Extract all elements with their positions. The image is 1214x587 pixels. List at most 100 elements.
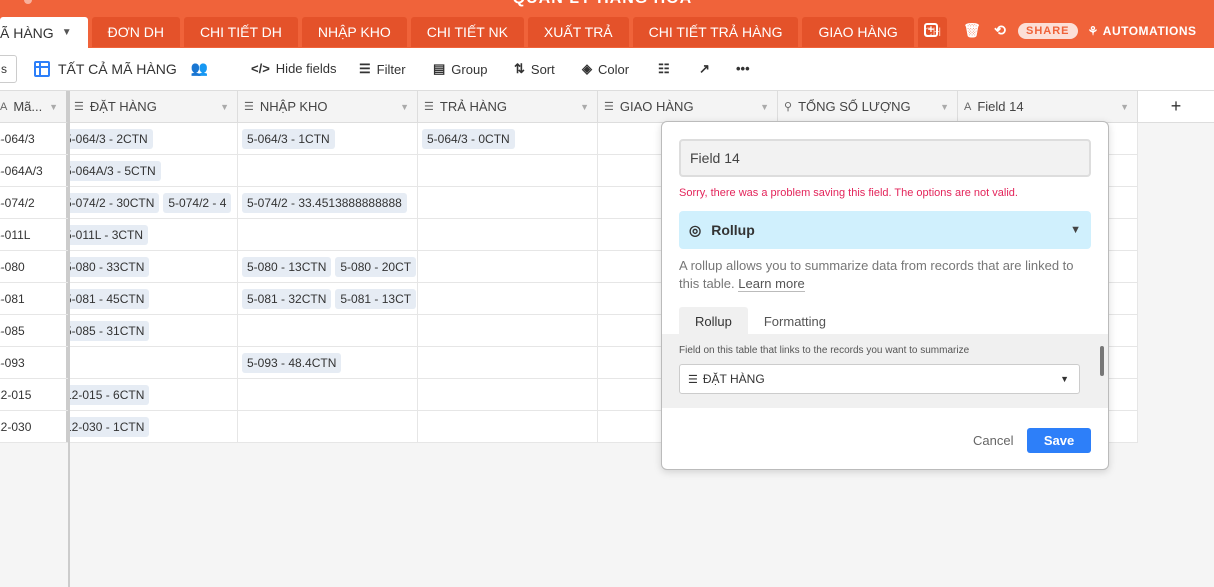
primary-cell[interactable]: 5-093 — [0, 347, 68, 378]
tab-4[interactable]: CHI TIẾT NK — [410, 17, 524, 47]
primary-cell[interactable]: 5-074/2 — [0, 187, 68, 218]
learn-more-link[interactable]: Learn more — [738, 276, 805, 292]
hide-fields-button[interactable]: </> Hide fields — [251, 61, 337, 76]
primary-cell[interactable]: 5-080 — [0, 251, 68, 282]
share-button[interactable]: SHARE — [1018, 22, 1078, 39]
primary-cell[interactable]: 5-081 — [0, 283, 68, 314]
chevron-down-icon[interactable]: ▼ — [400, 102, 409, 112]
tab-5[interactable]: XUẤT TRẢ — [527, 17, 629, 47]
linked-record-chip[interactable]: 5-074/2 - 33.4513888888888 — [242, 192, 407, 213]
view-switcher[interactable]: TẤT CẢ MÃ HÀNG 👥 — [34, 60, 208, 77]
tab-6[interactable]: CHI TIẾT TRẢ HÀNG — [632, 17, 799, 47]
table-cell[interactable]: 5-064/3 - 2CTN — [68, 123, 238, 154]
share-view-button[interactable]: ↗ — [699, 61, 716, 77]
chevron-down-icon[interactable]: ▼ — [580, 102, 589, 112]
table-cell[interactable] — [418, 251, 598, 282]
table-cell[interactable] — [418, 315, 598, 346]
table-cell[interactable] — [238, 379, 418, 410]
table-cell[interactable]: 5-011L - 3CTN — [68, 219, 238, 250]
collaborators-icon[interactable]: 👥 — [191, 60, 208, 77]
add-field-button[interactable]: + — [1138, 91, 1214, 123]
table-cell[interactable]: 5-064A/3 - 5CTN — [68, 155, 238, 186]
table-cell[interactable]: 5-093 - 48.4CTN — [238, 347, 418, 378]
linked-record-chip[interactable]: 5-080 - 33CTN — [68, 256, 150, 277]
linked-record-chip[interactable]: 5-074/2 - 4 — [163, 192, 232, 213]
more-options-button[interactable]: ••• — [736, 61, 756, 76]
table-cell[interactable]: 5-080 - 33CTN — [68, 251, 238, 282]
column-header[interactable]: ☰ ĐẶT HÀNG ▼ — [68, 91, 238, 123]
scrollbar[interactable] — [1100, 346, 1104, 376]
linked-record-chip[interactable]: 5-080 - 13CTN — [242, 256, 332, 277]
linked-record-chip[interactable]: 5-093 - 48.4CTN — [242, 352, 342, 373]
caret-down-icon[interactable]: ▼ — [62, 27, 72, 38]
save-button[interactable]: Save — [1027, 428, 1091, 453]
linked-record-chip[interactable]: 5-064/3 - 0CTN — [422, 128, 515, 149]
field-name-input[interactable]: Field 14 — [679, 139, 1091, 177]
table-cell[interactable]: 5-074/2 - 33.4513888888888 — [238, 187, 418, 218]
table-cell[interactable] — [418, 155, 598, 186]
table-cell[interactable] — [418, 347, 598, 378]
history-icon[interactable]: ⟲ — [990, 22, 1010, 39]
sort-button[interactable]: ⇅ Sort — [514, 61, 555, 77]
primary-cell[interactable]: 5-064/3 — [0, 123, 68, 154]
tab-formatting[interactable]: Formatting — [748, 307, 842, 336]
group-button[interactable]: ▤ Group — [433, 61, 487, 77]
table-cell[interactable]: 12-015 - 6CTN — [68, 379, 238, 410]
table-cell[interactable] — [418, 283, 598, 314]
linked-record-chip[interactable]: 5-064/3 - 2CTN — [68, 128, 153, 149]
table-cell[interactable] — [238, 315, 418, 346]
table-cell[interactable] — [68, 347, 238, 378]
linked-record-chip[interactable]: 5-074/2 - 30CTN — [68, 192, 160, 213]
table-cell[interactable]: 5-081 - 45CTN — [68, 283, 238, 314]
add-table-icon[interactable]: + — [924, 23, 938, 37]
primary-cell[interactable]: 12-030 — [0, 411, 68, 442]
linked-record-chip[interactable]: 5-064/3 - 1CTN — [242, 128, 335, 149]
table-cell[interactable]: 5-085 - 31CTN — [68, 315, 238, 346]
linked-record-chip[interactable]: 12-030 - 1CTN — [68, 416, 150, 437]
cancel-button[interactable]: Cancel — [973, 433, 1013, 448]
row-height-button[interactable]: ☷ — [658, 61, 676, 77]
filter-button[interactable]: ☰ Filter — [359, 61, 406, 77]
table-cell[interactable]: 5-080 - 13CTN 5-080 - 20CT — [238, 251, 418, 282]
primary-cell[interactable]: 5-011L — [0, 219, 68, 250]
tab-1[interactable]: ĐƠN DH — [91, 17, 180, 47]
tab-rollup[interactable]: Rollup — [679, 307, 748, 336]
column-header[interactable]: A Mã... ▼ — [0, 91, 68, 123]
linked-record-chip[interactable]: 5-085 - 31CTN — [68, 320, 150, 341]
tab-7[interactable]: GIAO HÀNG — [802, 17, 914, 47]
table-cell[interactable] — [238, 219, 418, 250]
table-cell[interactable] — [418, 411, 598, 442]
tab-0[interactable]: Ã HÀNG ▼ — [0, 17, 88, 48]
linked-record-chip[interactable]: 5-081 - 13CT — [335, 288, 417, 309]
primary-cell[interactable]: 5-085 — [0, 315, 68, 346]
chevron-down-icon[interactable]: ▼ — [940, 102, 949, 112]
column-header[interactable]: ☰ GIAO HÀNG ▼ — [598, 91, 778, 123]
table-cell[interactable] — [418, 379, 598, 410]
chevron-down-icon[interactable]: ▼ — [220, 102, 229, 112]
base-title[interactable]: * QUẢN LÝ HÀNG HÓA — [500, 0, 692, 8]
column-header[interactable]: ⚲ TỔNG SỐ LƯỢNG ▼ — [778, 91, 958, 123]
linked-record-chip[interactable]: 5-081 - 32CTN — [242, 288, 332, 309]
table-cell[interactable]: 5-074/2 - 30CTN 5-074/2 - 4 — [68, 187, 238, 218]
chevron-down-icon[interactable]: ▼ — [1120, 102, 1129, 112]
table-cell[interactable]: 5-064/3 - 0CTN — [418, 123, 598, 154]
column-header[interactable]: ☰ TRẢ HÀNG ▼ — [418, 91, 598, 123]
column-header[interactable]: A Field 14 ▼ — [958, 91, 1138, 123]
primary-cell[interactable]: 5-064A/3 — [0, 155, 68, 186]
primary-cell[interactable]: 12-015 — [0, 379, 68, 410]
table-cell[interactable]: 5-081 - 32CTN 5-081 - 13CT — [238, 283, 418, 314]
chevron-down-icon[interactable]: ▼ — [760, 102, 769, 112]
linked-record-chip[interactable]: 12-015 - 6CTN — [68, 384, 150, 405]
linked-record-chip[interactable]: 5-081 - 45CTN — [68, 288, 150, 309]
column-header[interactable]: ☰ NHẬP KHO ▼ — [238, 91, 418, 123]
table-cell[interactable] — [238, 411, 418, 442]
tab-2[interactable]: CHI TIẾT DH — [183, 17, 298, 47]
linked-record-chip[interactable]: 5-064A/3 - 5CTN — [68, 160, 161, 181]
automations-button[interactable]: ⚘ AUTOMATIONS — [1088, 24, 1197, 38]
linked-record-chip[interactable]: 5-011L - 3CTN — [68, 224, 149, 245]
table-cell[interactable] — [418, 219, 598, 250]
field-type-select[interactable]: ◎ Rollup ▼ — [679, 211, 1091, 249]
table-cell[interactable] — [418, 187, 598, 218]
trash-icon[interactable]: 🗑 — [962, 22, 982, 39]
table-cell[interactable]: 5-064/3 - 1CTN — [238, 123, 418, 154]
